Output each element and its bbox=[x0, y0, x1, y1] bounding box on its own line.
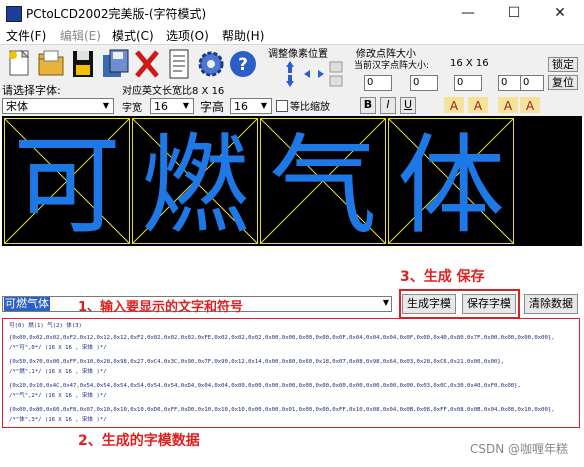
generate-button[interactable]: 生成字模 bbox=[402, 294, 456, 314]
char-preview-2: 燃 bbox=[133, 119, 257, 243]
chevron-down-icon: ▼ bbox=[102, 101, 110, 110]
char-preview-4: 体 bbox=[389, 119, 513, 243]
bold-button[interactable]: B bbox=[360, 97, 376, 114]
save-button[interactable]: 保存字模 bbox=[462, 294, 516, 314]
matrix-spin-1[interactable]: 0 bbox=[364, 75, 392, 91]
char-cell-4[interactable]: 体 bbox=[388, 118, 514, 244]
menu-bar: 文件(F) 编辑(E) 模式(C) 选项(O) 帮助(H) bbox=[0, 26, 584, 44]
current-dots-value: 16 X 16 bbox=[450, 58, 489, 69]
svg-text:?: ? bbox=[238, 55, 248, 75]
matrix-spin-5[interactable]: 0 bbox=[520, 75, 544, 91]
output-line-3: {0x50,0x70,0x00,0xFF,0x10,0x28,0x98,0x27… bbox=[9, 359, 505, 365]
svg-text:A: A bbox=[450, 99, 459, 113]
font-label: 请选择字体: bbox=[2, 84, 61, 97]
output-line-2: /*"可",0*/ (16 X 16 , 宋体 )*/ bbox=[9, 345, 107, 351]
dot-matrix-canvas[interactable]: 可 燃 气 体 bbox=[2, 116, 582, 246]
underline-button[interactable]: U bbox=[400, 97, 416, 114]
width-select[interactable]: 16 ▼ bbox=[150, 98, 194, 114]
output-line-7: {0x00,0x80,0x60,0xF8,0x07,0x10,0x10,0x10… bbox=[9, 407, 555, 413]
delete-x-icon[interactable] bbox=[132, 47, 162, 81]
reset-button[interactable]: 复位 bbox=[548, 75, 578, 90]
lock-button[interactable]: 锁定 bbox=[548, 57, 578, 72]
char-preview-3: 气 bbox=[261, 119, 385, 243]
minimize-button[interactable]: — bbox=[446, 2, 490, 24]
output-line-5: {0x20,0x10,0x4C,0x47,0x54,0x54,0x54,0x54… bbox=[9, 383, 521, 389]
svg-text:A: A bbox=[526, 99, 535, 113]
output-line-4: /*"燃",1*/ (16 X 16 , 宋体 )*/ bbox=[9, 369, 107, 375]
output-line-1: {0x00,0x02,0x02,0xF2,0x12,0x12,0x12,0xF2… bbox=[9, 335, 555, 341]
output-line-6: /*"气",2*/ (16 X 16 , 宋体 )*/ bbox=[9, 393, 107, 399]
title-bar: PCtoLCD2002完美版-(字符模式) — ☐ ✕ bbox=[0, 0, 584, 26]
output-textarea[interactable]: 可(0) 燃(1) 气(2) 体(3) {0x00,0x02,0x02,0xF2… bbox=[2, 318, 580, 428]
window-title: PCtoLCD2002完美版-(字符模式) bbox=[26, 7, 207, 21]
char-glyph: 体 bbox=[397, 124, 505, 243]
menu-options[interactable]: 选项(O) bbox=[166, 27, 209, 44]
new-file-icon[interactable] bbox=[4, 47, 34, 81]
close-button[interactable]: ✕ bbox=[538, 2, 582, 24]
step3-annotation: 3、生成 保存 bbox=[400, 269, 485, 285]
width-label: 字宽 bbox=[122, 103, 142, 114]
step1-annotation: 1、输入要显示的文字和符号 bbox=[78, 300, 244, 315]
settings-gear-icon[interactable] bbox=[196, 47, 226, 81]
char-preview-1: 可 bbox=[5, 119, 129, 243]
char-cell-2[interactable]: 燃 bbox=[132, 118, 258, 244]
matrix-spin-2[interactable]: 0 bbox=[410, 75, 438, 91]
output-line-8: /*"体",3*/ (16 X 16 , 宋体 )*/ bbox=[9, 417, 107, 423]
menu-edit[interactable]: 编辑(E) bbox=[60, 27, 101, 44]
height-select[interactable]: 16 ▼ bbox=[230, 98, 272, 114]
height-label: 字高 bbox=[200, 100, 225, 114]
scale-checkbox[interactable] bbox=[276, 100, 288, 112]
char-glyph: 燃 bbox=[141, 124, 249, 243]
transform-tools-icon[interactable]: A A A A bbox=[444, 95, 544, 115]
watermark: CSDN @咖喱年糕 bbox=[470, 442, 569, 456]
scale-label: 等比缩放 bbox=[290, 102, 330, 113]
svg-text:A: A bbox=[504, 99, 513, 113]
document-icon[interactable] bbox=[164, 47, 194, 81]
pixel-position-label: 调整像素位置 bbox=[268, 49, 328, 60]
char-glyph: 气 bbox=[269, 124, 377, 243]
matrix-spin-3[interactable]: 0 bbox=[454, 75, 482, 91]
menu-file[interactable]: 文件(F) bbox=[6, 27, 46, 44]
char-glyph: 可 bbox=[13, 124, 121, 243]
font-select-value: 宋体 bbox=[6, 100, 28, 113]
english-ratio-label: 对应英文长宽比8 X 16 bbox=[122, 86, 225, 97]
text-input-value: 可燃气体 bbox=[4, 297, 50, 311]
app-icon bbox=[6, 6, 22, 22]
font-select[interactable]: 宋体 ▼ bbox=[2, 98, 114, 114]
width-select-value: 16 bbox=[154, 100, 168, 113]
clear-button[interactable]: 清除数据 bbox=[524, 294, 578, 314]
char-cell-1[interactable]: 可 bbox=[4, 118, 130, 244]
pixel-shift-arrows-icon[interactable] bbox=[282, 59, 348, 89]
menu-mode[interactable]: 模式(C) bbox=[112, 27, 154, 44]
chevron-down-icon: ▼ bbox=[182, 101, 190, 110]
svg-text:A: A bbox=[474, 99, 483, 113]
current-dots-label: 当前汉字点阵大小: bbox=[354, 61, 430, 71]
chevron-down-icon: ▼ bbox=[260, 101, 268, 110]
maximize-button[interactable]: ☐ bbox=[492, 2, 536, 24]
output-header: 可(0) 燃(1) 气(2) 体(3) bbox=[9, 323, 82, 329]
italic-button[interactable]: I bbox=[380, 97, 396, 114]
height-select-value: 16 bbox=[234, 100, 248, 113]
toolbar: ? 调整像素位置 修改点阵大小 当前汉字点阵大小: 16 X 16 锁定 复位 … bbox=[0, 44, 584, 117]
save-as-icon[interactable] bbox=[100, 47, 130, 81]
save-disk-icon[interactable] bbox=[68, 47, 98, 81]
char-cell-3[interactable]: 气 bbox=[260, 118, 386, 244]
chevron-down-icon: ▼ bbox=[382, 298, 389, 307]
help-icon[interactable]: ? bbox=[228, 47, 258, 81]
menu-help[interactable]: 帮助(H) bbox=[222, 27, 264, 44]
open-folder-icon[interactable] bbox=[36, 47, 66, 81]
step2-annotation: 2、生成的字模数据 bbox=[78, 433, 200, 449]
